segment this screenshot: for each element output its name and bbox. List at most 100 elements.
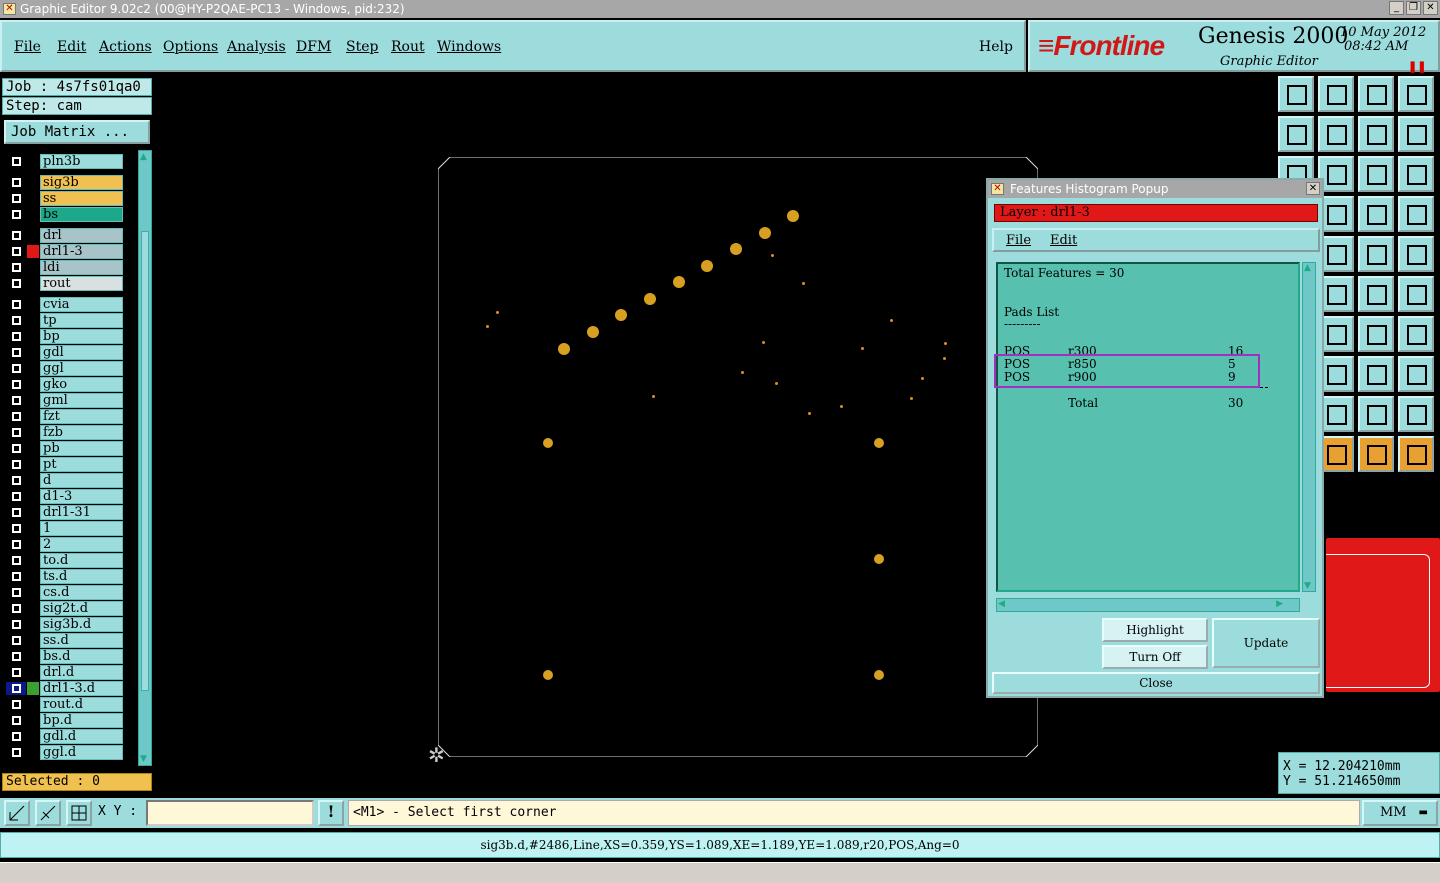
- layer-name[interactable]: drl.d: [40, 665, 123, 680]
- house-icon[interactable]: [1358, 76, 1394, 112]
- layer-checkbox[interactable]: [6, 506, 26, 519]
- layer-name[interactable]: bs.d: [40, 649, 123, 664]
- layer-checkbox[interactable]: [6, 522, 26, 535]
- layer-row[interactable]: drl1-3.d: [4, 681, 128, 696]
- layer-checkbox[interactable]: [6, 618, 26, 631]
- layer-row[interactable]: drl: [4, 228, 128, 243]
- minimize-button[interactable]: _: [1389, 1, 1404, 15]
- layer-row[interactable]: 1: [4, 521, 128, 536]
- popup-horizontal-scrollbar[interactable]: ◀ ▶: [996, 598, 1300, 612]
- layer-name[interactable]: pln3b: [40, 154, 123, 169]
- layer-checkbox[interactable]: [6, 245, 26, 258]
- close-button[interactable]: ✕: [1423, 1, 1438, 15]
- text-a-strike-icon[interactable]: [1398, 396, 1434, 432]
- layer-name[interactable]: d1-3: [40, 489, 123, 504]
- layer-name[interactable]: bs: [40, 207, 123, 222]
- layer-name[interactable]: ggl: [40, 361, 123, 376]
- zoom-home-icon[interactable]: [1278, 76, 1314, 112]
- text-a-red-icon[interactable]: [1358, 396, 1394, 432]
- layer-name[interactable]: rout: [40, 276, 123, 291]
- shapes-icon[interactable]: [1398, 356, 1434, 392]
- xy-input[interactable]: [146, 800, 314, 826]
- layer-row[interactable]: sig3b.d: [4, 617, 128, 632]
- layer-row[interactable]: ss.d: [4, 633, 128, 648]
- redo-icon[interactable]: [1398, 116, 1434, 152]
- layer-name[interactable]: gdl.d: [40, 729, 123, 744]
- layer-checkbox[interactable]: [6, 538, 26, 551]
- layer-checkbox[interactable]: [6, 554, 26, 567]
- layer-name[interactable]: d: [40, 473, 123, 488]
- layer-row[interactable]: ldi: [4, 260, 128, 275]
- layer-name[interactable]: pb: [40, 441, 123, 456]
- layer-name[interactable]: 2: [40, 537, 123, 552]
- layer-row[interactable]: bp.d: [4, 713, 128, 728]
- layer-row[interactable]: ss: [4, 191, 128, 206]
- layer-row[interactable]: fzb: [4, 425, 128, 440]
- layer-row[interactable]: fzt: [4, 409, 128, 424]
- layer-name[interactable]: gko: [40, 377, 123, 392]
- layer-row[interactable]: pln3b: [4, 154, 128, 169]
- menu-dfm[interactable]: DFM: [296, 39, 331, 55]
- menu-rout[interactable]: Rout: [391, 39, 425, 55]
- layer-checkbox[interactable]: [6, 298, 26, 311]
- layer-name[interactable]: cs.d: [40, 585, 123, 600]
- layer-name[interactable]: sig3b.d: [40, 617, 123, 632]
- layer-checkbox[interactable]: [6, 730, 26, 743]
- ratio-icon[interactable]: [1358, 156, 1394, 192]
- mirror-icon[interactable]: [1398, 316, 1434, 352]
- undo-icon[interactable]: [1358, 116, 1394, 152]
- layer-name[interactable]: bp.d: [40, 713, 123, 728]
- layer-name[interactable]: fzb: [40, 425, 123, 440]
- layer-checkbox[interactable]: [6, 634, 26, 647]
- scroll-down-icon[interactable]: ▼: [140, 754, 147, 764]
- layer-checkbox[interactable]: [6, 474, 26, 487]
- layer-checkbox[interactable]: [6, 746, 26, 759]
- menu-actions[interactable]: Actions: [99, 39, 152, 55]
- move-icon[interactable]: [1358, 276, 1394, 312]
- popup-scroll-down-icon[interactable]: ▼: [1304, 581, 1311, 591]
- menu-edit[interactable]: Edit: [57, 39, 86, 55]
- layer-row[interactable]: cvia: [4, 297, 128, 312]
- layer-checkbox[interactable]: [6, 261, 26, 274]
- layer-checkbox[interactable]: [6, 208, 26, 221]
- layer-checkbox[interactable]: [6, 570, 26, 583]
- layer-name[interactable]: cvia: [40, 297, 123, 312]
- layer-checkbox[interactable]: [6, 378, 26, 391]
- popup-vertical-scrollbar[interactable]: ▲ ▼: [1302, 262, 1316, 592]
- layer-checkbox[interactable]: [6, 442, 26, 455]
- layer-checkbox[interactable]: [6, 698, 26, 711]
- popup-menu-edit[interactable]: Edit: [1050, 233, 1077, 248]
- layer-checkbox[interactable]: [6, 155, 26, 168]
- job-matrix-button[interactable]: Job Matrix ...: [4, 120, 150, 144]
- highlight-button[interactable]: Highlight: [1102, 618, 1208, 642]
- scroll-thumb[interactable]: [141, 231, 149, 691]
- window-icon[interactable]: [1398, 76, 1434, 112]
- layer-row[interactable]: d: [4, 473, 128, 488]
- layer-row[interactable]: gdl: [4, 345, 128, 360]
- layer-name[interactable]: sig2t.d: [40, 601, 123, 616]
- menu-help[interactable]: Help: [979, 39, 1013, 55]
- popup-scroll-right-icon[interactable]: ▶: [1276, 599, 1283, 609]
- layer-checkbox[interactable]: [6, 682, 26, 695]
- grid-icon[interactable]: [66, 800, 92, 826]
- menu-analysis[interactable]: Analysis: [227, 39, 286, 55]
- layer-row[interactable]: drl1-3: [4, 244, 128, 259]
- layer-list-scrollbar[interactable]: ▲ ▼: [138, 150, 152, 766]
- layer-name[interactable]: sig3b: [40, 175, 123, 190]
- close-popup-button[interactable]: Close: [992, 672, 1320, 694]
- layer-name[interactable]: gml: [40, 393, 123, 408]
- restore-button[interactable]: ❐: [1406, 1, 1421, 15]
- layer-row[interactable]: sig2t.d: [4, 601, 128, 616]
- alert-icon[interactable]: !: [318, 800, 344, 826]
- layer-row[interactable]: to.d: [4, 553, 128, 568]
- popup-scroll-left-icon[interactable]: ◀: [998, 599, 1005, 609]
- turn-off-button[interactable]: Turn Off: [1102, 645, 1208, 669]
- layer-row[interactable]: rout.d: [4, 697, 128, 712]
- layer-name[interactable]: drl1-31: [40, 505, 123, 520]
- pause-icon[interactable]: ❚❚: [1408, 60, 1426, 73]
- layer-name[interactable]: ggl.d: [40, 745, 123, 760]
- pan-right-icon[interactable]: [1318, 116, 1354, 152]
- layer-name[interactable]: to.d: [40, 553, 123, 568]
- layer-name[interactable]: 1: [40, 521, 123, 536]
- layer-name[interactable]: drl1-3: [40, 244, 123, 259]
